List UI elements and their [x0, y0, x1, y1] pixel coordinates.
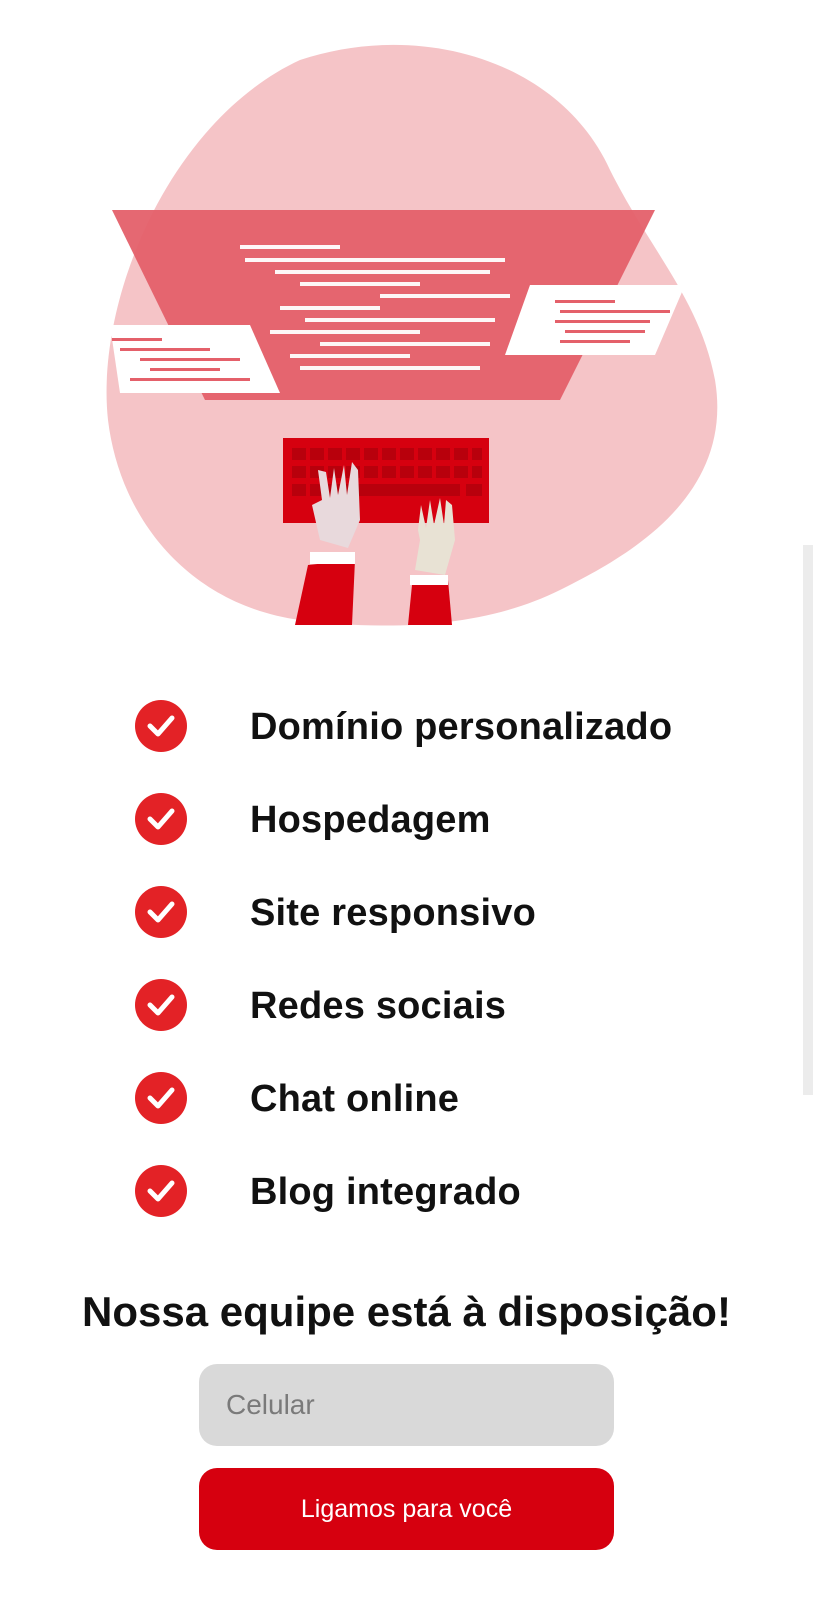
list-item: Redes sociais [0, 969, 813, 1039]
check-circle-icon [135, 700, 187, 752]
check-circle-icon [135, 979, 187, 1031]
feature-label: Chat online [250, 1078, 460, 1120]
list-item: Domínio personalizado [0, 690, 813, 760]
phone-input[interactable] [199, 1364, 614, 1446]
cta-title: Nossa equipe está à disposição! [82, 1288, 731, 1335]
list-item: Chat online [0, 1062, 813, 1132]
feature-label: Domínio personalizado [250, 706, 673, 748]
feature-label: Redes sociais [250, 985, 507, 1027]
check-circle-icon [135, 1072, 187, 1124]
right-sleeve [408, 580, 452, 625]
list-item: Blog integrado [0, 1155, 813, 1225]
check-circle-icon [135, 793, 187, 845]
check-circle-icon [135, 1165, 187, 1217]
call-me-button[interactable]: Ligamos para você [199, 1468, 614, 1550]
check-circle-icon [135, 886, 187, 938]
feature-label: Blog integrado [250, 1171, 521, 1213]
feature-label: Hospedagem [250, 799, 491, 841]
list-item: Hospedagem [0, 783, 813, 853]
developer-typing-illustration [106, 44, 718, 626]
list-item: Site responsivo [0, 876, 813, 946]
feature-label: Site responsivo [250, 892, 536, 934]
